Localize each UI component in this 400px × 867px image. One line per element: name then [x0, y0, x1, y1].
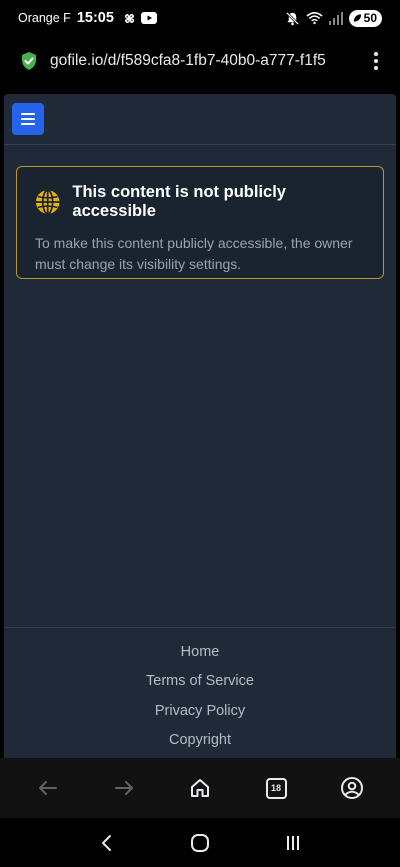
leaf-icon: [353, 14, 361, 22]
footer-link-copyright[interactable]: Copyright: [169, 726, 231, 755]
menu-button[interactable]: [12, 103, 44, 135]
footer-link-privacy[interactable]: Privacy Policy: [155, 697, 245, 726]
url-text[interactable]: gofile.io/d/f589cfa8-1fb7-40b0-a777-f1f5: [50, 52, 350, 70]
account-button[interactable]: [332, 768, 372, 808]
mute-icon: [285, 11, 299, 25]
wifi-icon: [306, 12, 323, 25]
system-recents-icon[interactable]: [283, 833, 303, 853]
footer-link-home[interactable]: Home: [181, 638, 220, 667]
back-button[interactable]: [28, 768, 68, 808]
account-icon: [341, 777, 363, 799]
alert-title: This content is not publicly accessible: [72, 183, 286, 220]
tabs-button[interactable]: 18: [256, 768, 296, 808]
page-header: [4, 94, 396, 145]
alert-message: To make this content publicly accessible…: [35, 235, 353, 272]
signal-icon: [328, 11, 343, 25]
visibility-alert: This content is not publicly accessible …: [16, 166, 384, 279]
carrier-name: Orange F: [18, 11, 71, 25]
footer-link-terms[interactable]: Terms of Service: [146, 667, 254, 696]
system-back-icon[interactable]: [97, 833, 117, 853]
tab-count: 18: [265, 777, 287, 799]
more-options-icon[interactable]: [366, 52, 386, 70]
page-content: This content is not publicly accessible …: [4, 94, 396, 758]
status-bar: Orange F 15:05 50: [0, 0, 400, 36]
home-icon: [191, 779, 209, 797]
browser-toolbar: 18: [0, 758, 400, 818]
clock: 15:05: [76, 10, 114, 26]
footer: Home Terms of Service Privacy Policy Cop…: [4, 627, 396, 758]
home-button[interactable]: [180, 768, 220, 808]
youtube-icon: [140, 12, 157, 24]
arrow-right-icon: [115, 781, 133, 795]
address-bar[interactable]: gofile.io/d/f589cfa8-1fb7-40b0-a777-f1f5: [0, 36, 400, 86]
battery-indicator: 50: [348, 9, 382, 27]
shield-check-icon[interactable]: [20, 51, 38, 71]
arrow-left-icon: [39, 781, 57, 795]
system-navigation-bar: [0, 818, 400, 867]
forward-button[interactable]: [104, 768, 144, 808]
globe-icon: [35, 189, 60, 215]
system-home-icon[interactable]: [190, 833, 210, 853]
pinwheel-icon: [124, 13, 134, 23]
battery-level: 50: [363, 11, 377, 25]
